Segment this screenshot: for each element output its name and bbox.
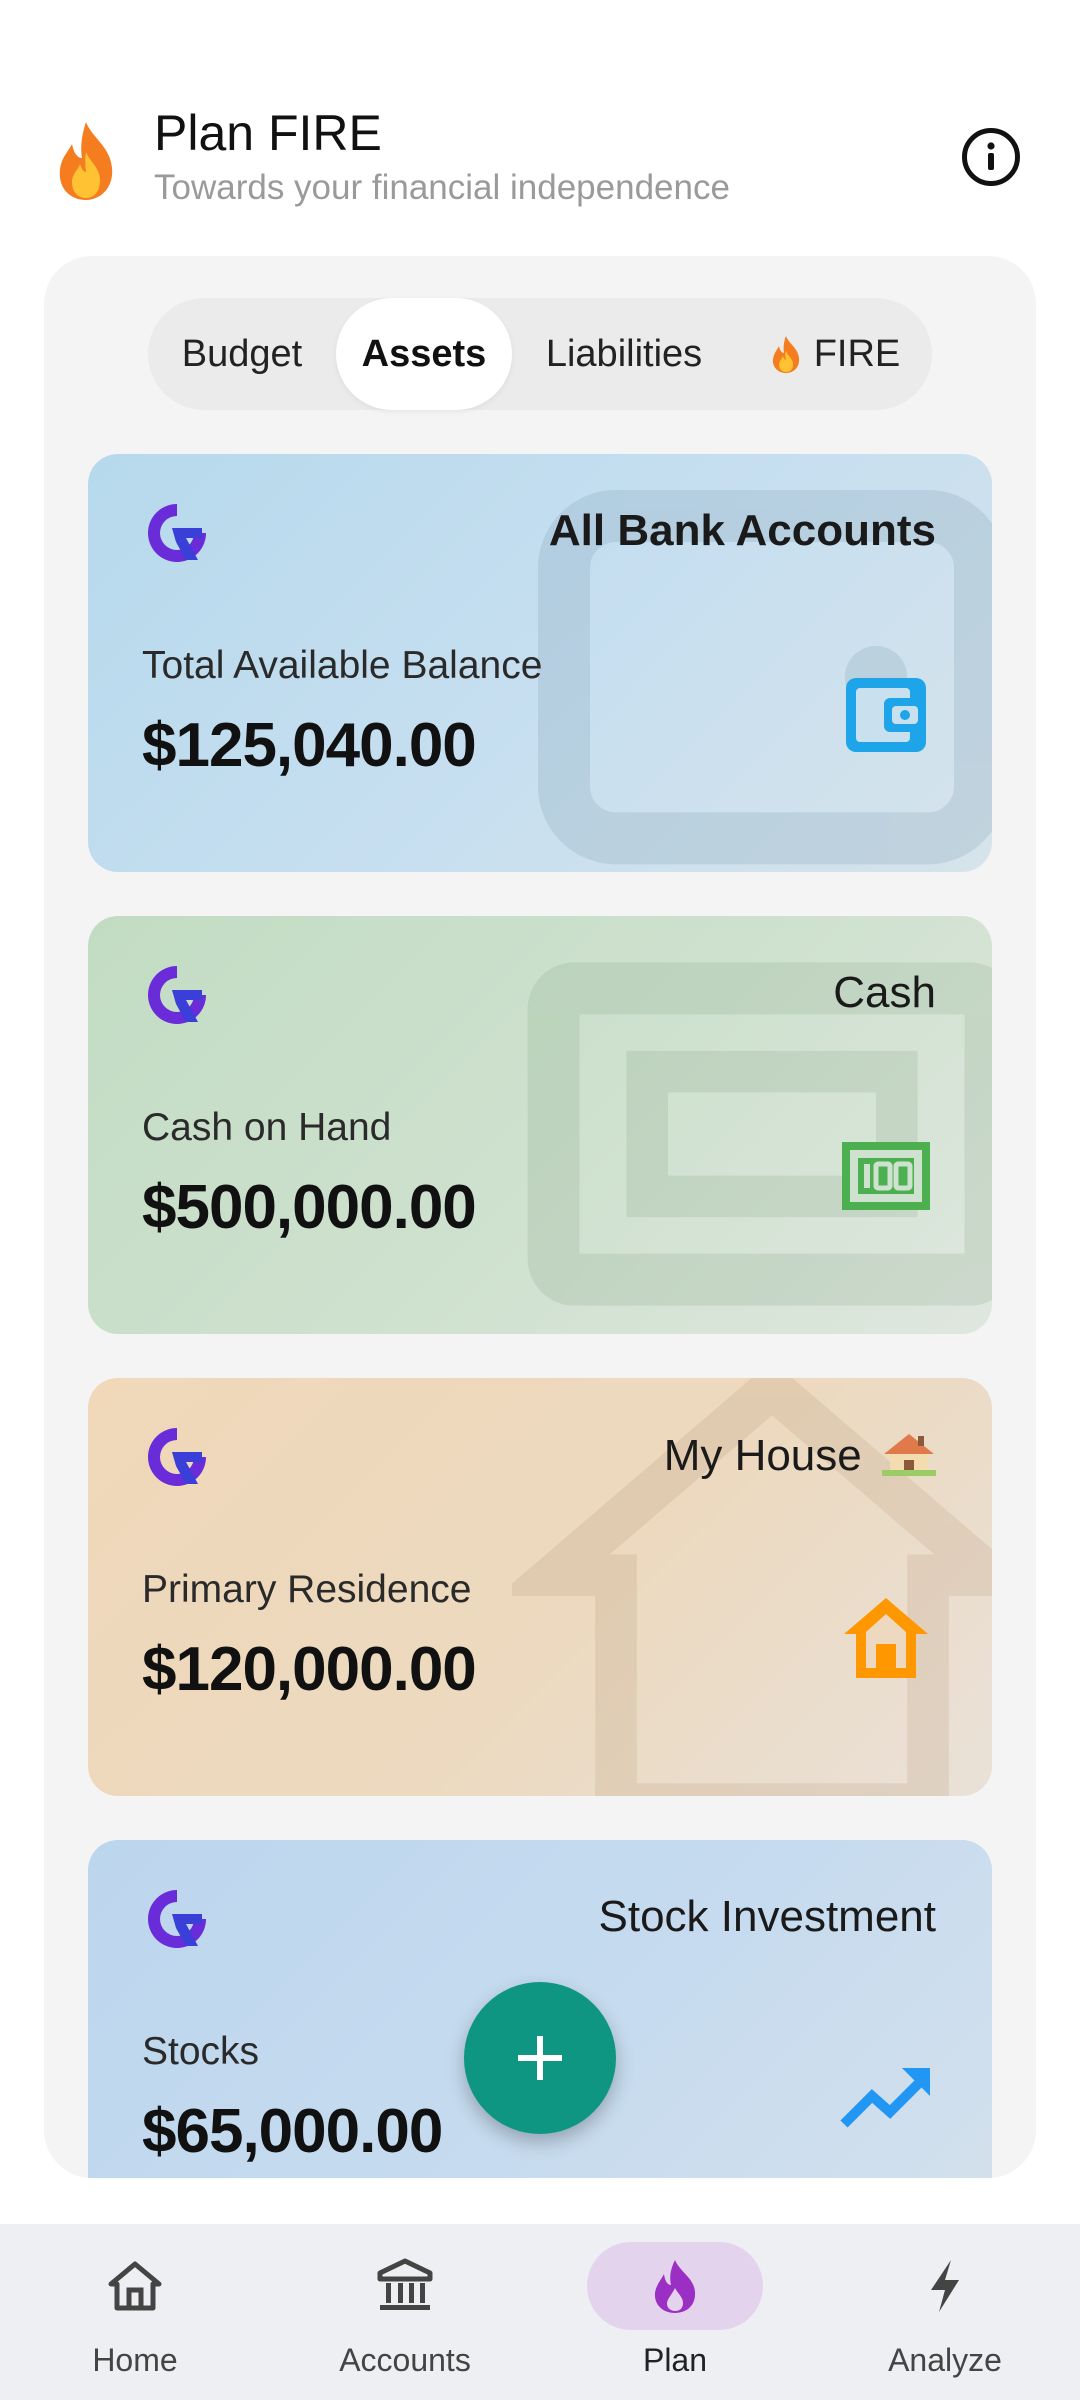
nav-label: Home bbox=[92, 2342, 178, 2378]
info-icon[interactable] bbox=[962, 128, 1020, 186]
asset-card-house[interactable]: My House Primary Residence $120,000.00 bbox=[88, 1378, 992, 1796]
card-amount: $120,000.00 bbox=[142, 1635, 477, 1704]
home-icon bbox=[844, 1598, 928, 1678]
card-label: Cash on Hand bbox=[142, 1106, 392, 1149]
app-header: Plan FIRE Towards your financial indepen… bbox=[0, 0, 1080, 250]
plus-icon bbox=[518, 2036, 562, 2080]
fire-emoji-icon bbox=[772, 336, 799, 373]
card-title: Stock Investment bbox=[598, 1892, 936, 1941]
fire-emoji-icon bbox=[59, 122, 113, 200]
card-amount: $65,000.00 bbox=[142, 2097, 443, 2166]
app-logo-icon bbox=[148, 1890, 206, 1948]
trending-up-icon bbox=[840, 2068, 930, 2128]
flame-icon bbox=[654, 2260, 696, 2313]
card-amount: $500,000.00 bbox=[142, 1173, 477, 1242]
asset-card-cash[interactable]: Cash Cash on Hand $500,000.00 bbox=[88, 916, 992, 1334]
app-logo-icon bbox=[148, 504, 206, 562]
card-label: Total Available Balance bbox=[142, 644, 543, 687]
card-title: All Bank Accounts bbox=[548, 506, 936, 555]
money-100-icon bbox=[842, 1142, 930, 1210]
house-emoji-icon bbox=[882, 1434, 936, 1476]
card-amount: $125,040.00 bbox=[142, 711, 477, 780]
nav-label: Accounts bbox=[339, 2342, 471, 2378]
card-title: Cash bbox=[833, 968, 936, 1017]
card-title: My House bbox=[664, 1430, 936, 1481]
app-logo-icon bbox=[148, 1428, 206, 1486]
home-outline-icon bbox=[108, 2261, 162, 2311]
tab-label: Assets bbox=[361, 332, 487, 375]
tab-budget[interactable]: Budget bbox=[148, 298, 336, 410]
page-subtitle: Towards your financial independence bbox=[154, 168, 730, 207]
card-title-text: My House bbox=[663, 1431, 862, 1480]
tab-assets[interactable]: Assets bbox=[336, 298, 512, 410]
tab-label: FIRE bbox=[813, 332, 901, 375]
nav-icon-container bbox=[317, 2242, 493, 2330]
nav-icon-container bbox=[47, 2242, 223, 2330]
tab-label: Budget bbox=[181, 332, 303, 375]
tab-liabilities[interactable]: Liabilities bbox=[512, 298, 736, 410]
wallet-icon bbox=[846, 678, 926, 752]
page-title: Plan FIRE bbox=[154, 105, 382, 161]
plan-tabs: Budget Assets Liabilities FIRE bbox=[148, 298, 932, 410]
bank-icon bbox=[377, 2258, 433, 2310]
add-asset-button[interactable] bbox=[464, 1982, 616, 2134]
tab-fire[interactable]: FIRE bbox=[736, 298, 932, 410]
bottom-navigation: Home Accounts Plan Analyze bbox=[0, 2224, 1080, 2400]
assets-panel: Budget Assets Liabilities FIRE All Bank … bbox=[44, 256, 1036, 2178]
nav-label: Plan bbox=[642, 2342, 708, 2378]
card-label: Stocks bbox=[142, 2030, 260, 2073]
nav-item-plan[interactable]: Plan bbox=[540, 2224, 810, 2400]
nav-item-analyze[interactable]: Analyze bbox=[810, 2224, 1080, 2400]
app-logo-icon bbox=[148, 966, 206, 1024]
nav-item-accounts[interactable]: Accounts bbox=[270, 2224, 540, 2400]
bolt-icon bbox=[931, 2260, 959, 2312]
nav-icon-container bbox=[857, 2242, 1033, 2330]
tab-label: Liabilities bbox=[545, 332, 703, 375]
nav-label: Analyze bbox=[888, 2342, 1002, 2378]
nav-item-home[interactable]: Home bbox=[0, 2224, 270, 2400]
asset-card-bank-accounts[interactable]: All Bank Accounts Total Available Balanc… bbox=[88, 454, 992, 872]
nav-icon-container bbox=[587, 2242, 763, 2330]
card-label: Primary Residence bbox=[142, 1568, 472, 1611]
